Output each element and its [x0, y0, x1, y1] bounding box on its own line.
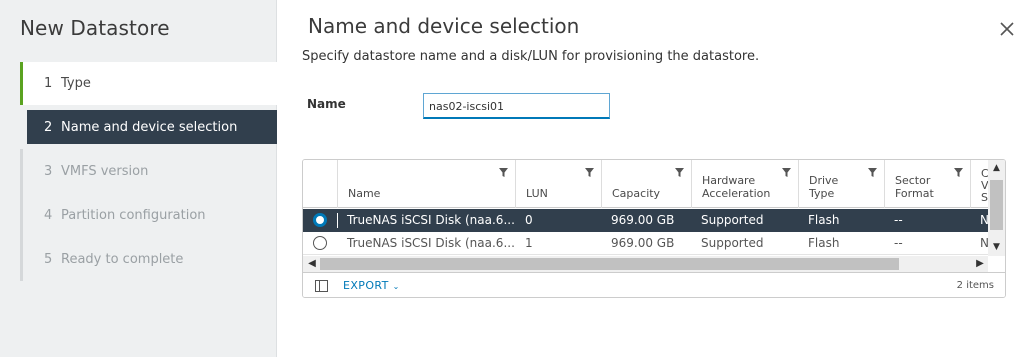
datastore-name-input[interactable]: [423, 93, 610, 119]
page-description: Specify datastore name and a disk/LUN fo…: [302, 49, 760, 64]
step-label: Ready to complete: [61, 251, 184, 267]
wizard-step-vmfs-version: 3 VMFS version: [20, 149, 277, 193]
filter-icon[interactable]: [499, 168, 508, 177]
column-label: Name: [348, 187, 381, 200]
cell-sector-format: --: [894, 236, 903, 250]
step-number: 3: [44, 163, 53, 179]
step-number: 4: [44, 207, 53, 223]
column-label-line: Acceleration: [702, 187, 771, 200]
cell-lun: 0: [525, 213, 533, 227]
column-label-line: Sector: [895, 174, 931, 187]
column-label: Hardware Acceleration: [702, 174, 770, 200]
cell-name: TrueNAS iSCSI Disk (naa.6...: [347, 236, 515, 250]
filter-icon[interactable]: [585, 168, 594, 177]
step-label: VMFS version: [61, 163, 149, 179]
column-toggle-icon[interactable]: [315, 280, 328, 292]
row-select-radio[interactable]: [313, 213, 327, 227]
page-title: Name and device selection: [308, 14, 580, 38]
wizard-step-name-and-device[interactable]: 2 Name and device selection: [27, 110, 277, 144]
cell-sector-format: --: [894, 213, 903, 227]
step-label: Type: [61, 76, 91, 91]
cell-lun: 1: [525, 236, 533, 250]
column-label-line: S: [981, 191, 988, 204]
cell-hardware-acceleration: Supported: [701, 236, 764, 250]
scroll-left-icon[interactable]: ◀: [304, 256, 320, 272]
select-column-header: [303, 160, 338, 208]
column-label: LUN: [526, 187, 548, 200]
name-label: Name: [307, 97, 346, 111]
export-button[interactable]: EXPORT ⌄: [343, 279, 400, 292]
device-grid: Name LUN Capacity Hardware Acceleration D…: [302, 159, 1006, 298]
column-header-lun[interactable]: LUN: [516, 160, 602, 208]
grid-footer: EXPORT ⌄ 2 items: [303, 272, 1005, 297]
column-label: Sector Format: [895, 174, 934, 200]
horizontal-scrollbar[interactable]: ◀ ▶: [303, 256, 988, 272]
filter-icon[interactable]: [782, 168, 791, 177]
step-number: 5: [44, 251, 53, 267]
cell-drive-type: Flash: [808, 236, 840, 250]
items-count: 2 items: [956, 280, 994, 291]
column-label-line: Hardware: [702, 174, 756, 187]
vertical-scrollbar[interactable]: ▲ ▼: [988, 160, 1005, 256]
column-header-name[interactable]: Name: [338, 160, 516, 208]
cell-capacity: 969.00 GB: [611, 236, 675, 250]
filter-icon[interactable]: [954, 168, 963, 177]
scrollbar-thumb[interactable]: [990, 180, 1003, 230]
wizard-sidebar: New Datastore 1 Type 2 Name and device s…: [0, 0, 277, 357]
table-row[interactable]: TrueNAS iSCSI Disk (naa.6... 0 969.00 GB…: [303, 209, 1005, 232]
new-datastore-dialog: New Datastore 1 Type 2 Name and device s…: [0, 0, 1023, 357]
column-label-line: Drive: [809, 174, 839, 187]
column-label: Drive Type: [809, 174, 838, 200]
scrollbar-thumb[interactable]: [320, 258, 899, 270]
chevron-down-icon: ⌄: [392, 282, 400, 291]
cell-truncated: N: [971, 209, 988, 232]
row-select-radio[interactable]: [313, 236, 327, 250]
wizard-title: New Datastore: [20, 16, 170, 40]
wizard-step-ready-to-complete: 5 Ready to complete: [20, 237, 277, 281]
filter-icon[interactable]: [675, 168, 684, 177]
grid-header: Name LUN Capacity Hardware Acceleration D…: [303, 160, 1005, 208]
wizard-content: Name and device selection Specify datast…: [278, 0, 1023, 357]
cell-capacity: 969.00 GB: [611, 213, 675, 227]
step-number: 2: [44, 119, 53, 135]
step-number: 1: [44, 76, 53, 91]
step-label: Name and device selection: [61, 119, 238, 135]
column-label-line: Type: [809, 187, 835, 200]
export-label: EXPORT: [343, 279, 389, 292]
cell-drive-type: Flash: [808, 213, 840, 227]
table-row[interactable]: TrueNAS iSCSI Disk (naa.6... 1 969.00 GB…: [303, 232, 1005, 255]
scroll-right-icon[interactable]: ▶: [972, 256, 988, 272]
column-header-drive-type[interactable]: Drive Type: [799, 160, 885, 208]
cell-truncated: N: [971, 232, 988, 255]
wizard-step-partition-configuration: 4 Partition configuration: [20, 193, 277, 237]
cell-hardware-acceleration: Supported: [701, 213, 764, 227]
column-header-hardware-acceleration[interactable]: Hardware Acceleration: [692, 160, 799, 208]
column-label-line: Format: [895, 187, 934, 200]
column-header-sector-format[interactable]: Sector Format: [885, 160, 971, 208]
scroll-up-icon[interactable]: ▲: [991, 163, 1002, 174]
wizard-step-type[interactable]: 1 Type: [20, 62, 277, 105]
scroll-down-icon[interactable]: ▼: [991, 242, 1002, 253]
column-header-capacity[interactable]: Capacity: [602, 160, 692, 208]
wizard-steps: 1 Type 2 Name and device selection 3 VMF…: [20, 62, 277, 281]
column-label: Capacity: [612, 187, 661, 200]
cell-name: TrueNAS iSCSI Disk (naa.6...: [347, 213, 515, 227]
filter-icon[interactable]: [868, 168, 877, 177]
close-icon[interactable]: [1000, 22, 1014, 36]
step-label: Partition configuration: [61, 207, 206, 223]
